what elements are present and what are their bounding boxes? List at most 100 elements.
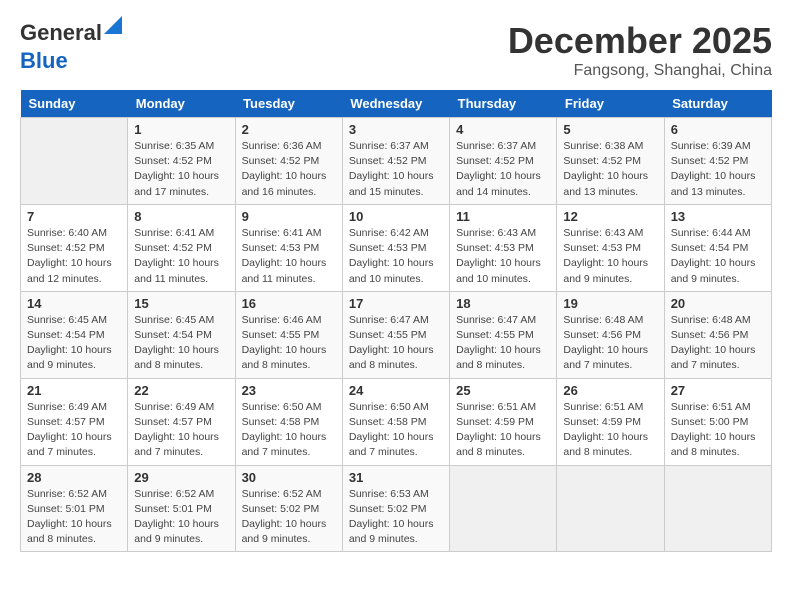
- location-title: Fangsong, Shanghai, China: [508, 62, 772, 80]
- calendar-cell: 20 Sunrise: 6:48 AM Sunset: 4:56 PM Dayli…: [664, 291, 771, 378]
- day-info: Sunrise: 6:36 AM Sunset: 4:52 PM Dayligh…: [242, 139, 336, 200]
- day-info: Sunrise: 6:41 AM Sunset: 4:53 PM Dayligh…: [242, 226, 336, 287]
- day-info: Sunrise: 6:50 AM Sunset: 4:58 PM Dayligh…: [242, 400, 336, 461]
- day-number: 31: [349, 470, 443, 485]
- title-area: December 2025 Fangsong, Shanghai, China: [508, 20, 772, 80]
- day-number: 14: [27, 296, 121, 311]
- day-info: Sunrise: 6:42 AM Sunset: 4:53 PM Dayligh…: [349, 226, 443, 287]
- logo: General Blue: [20, 20, 102, 74]
- calendar-cell: [557, 465, 664, 552]
- day-number: 29: [134, 470, 228, 485]
- day-info: Sunrise: 6:43 AM Sunset: 4:53 PM Dayligh…: [563, 226, 657, 287]
- day-info: Sunrise: 6:37 AM Sunset: 4:52 PM Dayligh…: [456, 139, 550, 200]
- day-number: 5: [563, 122, 657, 137]
- calendar-cell: 19 Sunrise: 6:48 AM Sunset: 4:56 PM Dayli…: [557, 291, 664, 378]
- day-info: Sunrise: 6:49 AM Sunset: 4:57 PM Dayligh…: [134, 400, 228, 461]
- day-info: Sunrise: 6:48 AM Sunset: 4:56 PM Dayligh…: [671, 313, 765, 374]
- calendar-cell: [21, 118, 128, 205]
- calendar-cell: 11Sunrise: 6:43 AM Sunset: 4:53 PM Dayli…: [450, 204, 557, 291]
- day-info: Sunrise: 6:43 AM Sunset: 4:53 PM Dayligh…: [456, 226, 550, 287]
- calendar-cell: 21Sunrise: 6:49 AM Sunset: 4:57 PM Dayli…: [21, 378, 128, 465]
- day-info: Sunrise: 6:45 AM Sunset: 4:54 PM Dayligh…: [134, 313, 228, 374]
- calendar-table: SundayMondayTuesdayWednesdayThursdayFrid…: [20, 90, 772, 552]
- day-number: 22: [134, 383, 228, 398]
- calendar-cell: 8 Sunrise: 6:41 AM Sunset: 4:52 PM Daylig…: [128, 204, 235, 291]
- calendar-cell: 12 Sunrise: 6:43 AM Sunset: 4:53 PM Dayli…: [557, 204, 664, 291]
- calendar-cell: 31Sunrise: 6:53 AM Sunset: 5:02 PM Dayli…: [342, 465, 449, 552]
- calendar-cell: 28Sunrise: 6:52 AM Sunset: 5:01 PM Dayli…: [21, 465, 128, 552]
- calendar-cell: 10 Sunrise: 6:42 AM Sunset: 4:53 PM Dayli…: [342, 204, 449, 291]
- day-info: Sunrise: 6:52 AM Sunset: 5:01 PM Dayligh…: [134, 487, 228, 548]
- calendar-cell: 7 Sunrise: 6:40 AM Sunset: 4:52 PM Daylig…: [21, 204, 128, 291]
- day-number: 15: [134, 296, 228, 311]
- calendar-cell: 29 Sunrise: 6:52 AM Sunset: 5:01 PM Dayli…: [128, 465, 235, 552]
- weekday-header-wednesday: Wednesday: [342, 90, 449, 118]
- month-title: December 2025: [508, 20, 772, 62]
- weekday-header-monday: Monday: [128, 90, 235, 118]
- weekday-header-sunday: Sunday: [21, 90, 128, 118]
- day-info: Sunrise: 6:51 AM Sunset: 4:59 PM Dayligh…: [563, 400, 657, 461]
- calendar-cell: 14 Sunrise: 6:45 AM Sunset: 4:54 PM Dayli…: [21, 291, 128, 378]
- calendar-week-row: 1Sunrise: 6:35 AM Sunset: 4:52 PM Daylig…: [21, 118, 772, 205]
- calendar-header-row: SundayMondayTuesdayWednesdayThursdayFrid…: [21, 90, 772, 118]
- day-info: Sunrise: 6:47 AM Sunset: 4:55 PM Dayligh…: [456, 313, 550, 374]
- day-info: Sunrise: 6:48 AM Sunset: 4:56 PM Dayligh…: [563, 313, 657, 374]
- weekday-header-friday: Friday: [557, 90, 664, 118]
- day-info: Sunrise: 6:52 AM Sunset: 5:01 PM Dayligh…: [27, 487, 121, 548]
- day-number: 8: [134, 209, 228, 224]
- calendar-cell: 30 Sunrise: 6:52 AM Sunset: 5:02 PM Dayli…: [235, 465, 342, 552]
- calendar-cell: 5Sunrise: 6:38 AM Sunset: 4:52 PM Daylig…: [557, 118, 664, 205]
- calendar-cell: [664, 465, 771, 552]
- calendar-cell: 23 Sunrise: 6:50 AM Sunset: 4:58 PM Dayli…: [235, 378, 342, 465]
- day-number: 27: [671, 383, 765, 398]
- day-info: Sunrise: 6:51 AM Sunset: 4:59 PM Dayligh…: [456, 400, 550, 461]
- calendar-cell: 1Sunrise: 6:35 AM Sunset: 4:52 PM Daylig…: [128, 118, 235, 205]
- calendar-week-row: 21 Sunrise: 6:49 AM Sunset: 4:57 PM Dayli…: [21, 378, 772, 465]
- day-number: 20: [671, 296, 765, 311]
- day-info: Sunrise: 6:44 AM Sunset: 4:54 PM Dayligh…: [671, 226, 765, 287]
- logo-general: General: [20, 20, 102, 45]
- day-info: Sunrise: 6:37 AM Sunset: 4:52 PM Dayligh…: [349, 139, 443, 200]
- day-number: 13: [671, 209, 765, 224]
- day-info: Sunrise: 6:52 AM Sunset: 5:02 PM Dayligh…: [242, 487, 336, 548]
- calendar-cell: 18 Sunrise: 6:47 AM Sunset: 4:55 PM Dayli…: [450, 291, 557, 378]
- day-number: 23: [242, 383, 336, 398]
- day-info: Sunrise: 6:46 AM Sunset: 4:55 PM Dayligh…: [242, 313, 336, 374]
- day-number: 9: [242, 209, 336, 224]
- calendar-cell: 25Sunrise: 6:51 AM Sunset: 4:59 PM Dayli…: [450, 378, 557, 465]
- calendar-cell: [450, 465, 557, 552]
- day-number: 12: [563, 209, 657, 224]
- calendar-week-row: 7 Sunrise: 6:40 AM Sunset: 4:52 PM Daylig…: [21, 204, 772, 291]
- day-number: 3: [349, 122, 443, 137]
- day-number: 18: [456, 296, 550, 311]
- calendar-cell: 24Sunrise: 6:50 AM Sunset: 4:58 PM Dayli…: [342, 378, 449, 465]
- day-info: Sunrise: 6:47 AM Sunset: 4:55 PM Dayligh…: [349, 313, 443, 374]
- page-header: General Blue December 2025 Fangsong, Sha…: [20, 20, 772, 80]
- day-number: 19: [563, 296, 657, 311]
- day-number: 4: [456, 122, 550, 137]
- weekday-header-tuesday: Tuesday: [235, 90, 342, 118]
- day-info: Sunrise: 6:40 AM Sunset: 4:52 PM Dayligh…: [27, 226, 121, 287]
- day-number: 26: [563, 383, 657, 398]
- calendar-cell: 27 Sunrise: 6:51 AM Sunset: 5:00 PM Dayli…: [664, 378, 771, 465]
- day-number: 21: [27, 383, 121, 398]
- day-number: 6: [671, 122, 765, 137]
- day-info: Sunrise: 6:45 AM Sunset: 4:54 PM Dayligh…: [27, 313, 121, 374]
- day-info: Sunrise: 6:51 AM Sunset: 5:00 PM Dayligh…: [671, 400, 765, 461]
- day-number: 10: [349, 209, 443, 224]
- weekday-header-thursday: Thursday: [450, 90, 557, 118]
- calendar-cell: 9 Sunrise: 6:41 AM Sunset: 4:53 PM Daylig…: [235, 204, 342, 291]
- day-number: 2: [242, 122, 336, 137]
- calendar-cell: 17 Sunrise: 6:47 AM Sunset: 4:55 PM Dayli…: [342, 291, 449, 378]
- calendar-cell: 15 Sunrise: 6:45 AM Sunset: 4:54 PM Dayli…: [128, 291, 235, 378]
- logo-blue: Blue: [20, 48, 68, 73]
- day-info: Sunrise: 6:35 AM Sunset: 4:52 PM Dayligh…: [134, 139, 228, 200]
- day-number: 30: [242, 470, 336, 485]
- calendar-cell: 16Sunrise: 6:46 AM Sunset: 4:55 PM Dayli…: [235, 291, 342, 378]
- day-number: 7: [27, 209, 121, 224]
- calendar-week-row: 14 Sunrise: 6:45 AM Sunset: 4:54 PM Dayli…: [21, 291, 772, 378]
- calendar-cell: 22 Sunrise: 6:49 AM Sunset: 4:57 PM Dayli…: [128, 378, 235, 465]
- day-number: 17: [349, 296, 443, 311]
- calendar-cell: 4 Sunrise: 6:37 AM Sunset: 4:52 PM Daylig…: [450, 118, 557, 205]
- day-info: Sunrise: 6:41 AM Sunset: 4:52 PM Dayligh…: [134, 226, 228, 287]
